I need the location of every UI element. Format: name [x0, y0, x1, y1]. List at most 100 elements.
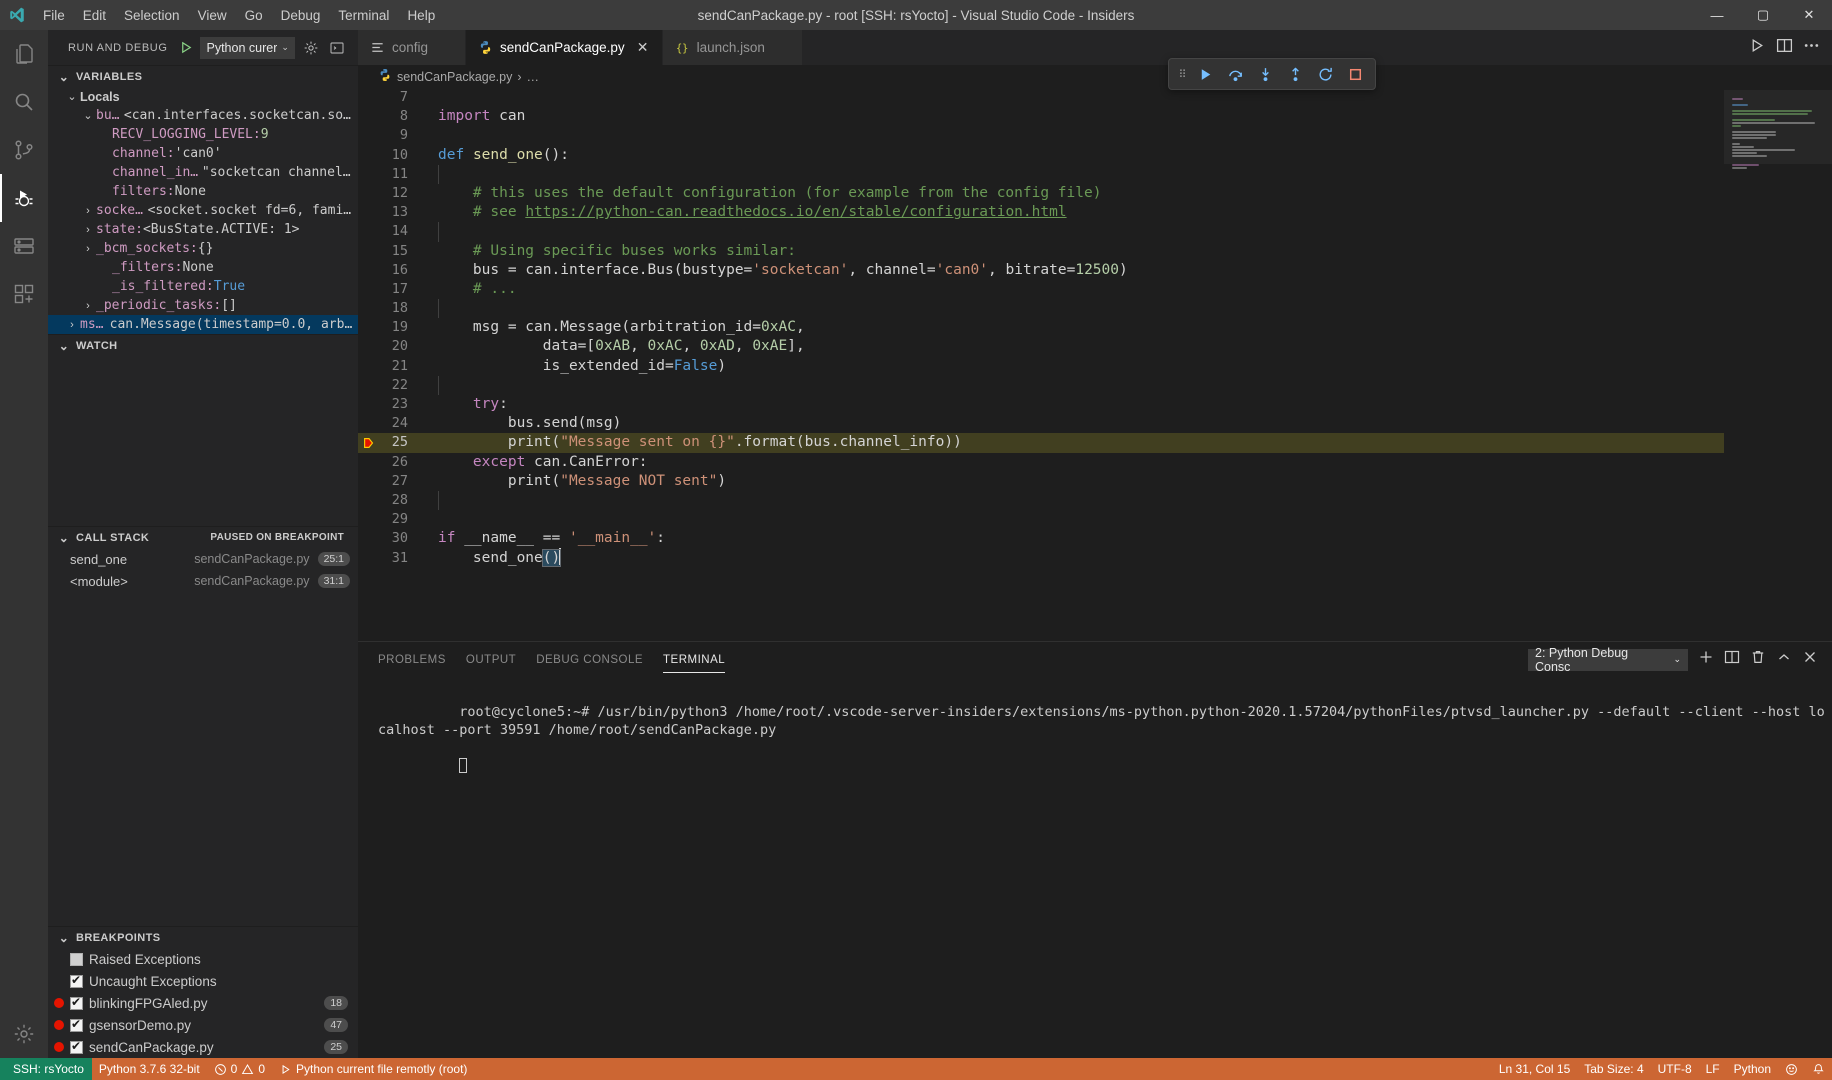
- notifications-status[interactable]: [1805, 1058, 1832, 1080]
- encoding-status[interactable]: UTF-8: [1651, 1058, 1699, 1080]
- minimap-slider[interactable]: [1724, 90, 1832, 164]
- run-and-debug-icon[interactable]: [0, 174, 48, 222]
- breakpoint-checkbox[interactable]: [70, 1039, 83, 1054]
- code-line[interactable]: 9: [358, 126, 1724, 145]
- code-line[interactable]: 24 bus.send(msg): [358, 414, 1724, 433]
- watch-list[interactable]: [48, 356, 358, 526]
- breakpoint-row[interactable]: blinkingFPGAled.py 18: [48, 992, 358, 1014]
- more-actions-button[interactable]: [1803, 37, 1820, 59]
- cursor-position-status[interactable]: Ln 31, Col 15: [1492, 1058, 1577, 1080]
- feedback-status[interactable]: [1778, 1058, 1805, 1080]
- editor-tab-config[interactable]: config✕: [358, 30, 467, 65]
- window-controls[interactable]: — ▢ ✕: [1694, 0, 1832, 30]
- code-line[interactable]: 22: [358, 375, 1724, 395]
- editor-tab-sendcanpackage-py[interactable]: sendCanPackage.py ✕: [466, 30, 663, 65]
- code-editor[interactable]: 7 8 import can 9 10 def send_one(): 11 12 # thi…: [358, 88, 1724, 641]
- chevron-right-icon[interactable]: ›: [64, 319, 80, 331]
- search-icon[interactable]: [0, 78, 48, 126]
- close-panel-button[interactable]: [1802, 649, 1818, 670]
- menu-go[interactable]: Go: [236, 4, 272, 27]
- kill-terminal-button[interactable]: [1750, 649, 1766, 670]
- code-line[interactable]: 17 # ...: [358, 280, 1724, 299]
- execution-pointer-icon[interactable]: [358, 436, 380, 450]
- gear-icon[interactable]: [301, 38, 321, 58]
- variable-row[interactable]: › socket: <socket.socket fd=6, family…: [48, 201, 358, 220]
- explorer-icon[interactable]: [0, 30, 48, 78]
- chevron-down-icon[interactable]: ⌄: [80, 109, 96, 122]
- variable-row[interactable]: › state: <BusState.ACTIVE: 1>: [48, 220, 358, 239]
- problems-status[interactable]: 0 0: [207, 1058, 272, 1080]
- python-interpreter-status[interactable]: Python 3.7.6 32-bit: [92, 1058, 207, 1080]
- code-line[interactable]: 20 data=[0xAB, 0xAC, 0xAD, 0xAE],: [358, 337, 1724, 356]
- editor-tabs[interactable]: config✕sendCanPackage.py ✕ {} launch.json ✕: [358, 30, 803, 65]
- open-debug-console-icon[interactable]: [327, 38, 347, 58]
- breakpoint-row[interactable]: gsensorDemo.py 47: [48, 1014, 358, 1036]
- restart-button[interactable]: [1311, 60, 1339, 88]
- variable-row[interactable]: › _periodic_tasks: []: [48, 296, 358, 315]
- code-line[interactable]: 11: [358, 164, 1724, 184]
- call-stack-frame[interactable]: send_one sendCanPackage.py 25:1: [48, 548, 358, 570]
- variable-row[interactable]: › msg: can.Message(timestamp=0.0, arbit…: [48, 315, 358, 334]
- breakpoint-checkbox[interactable]: [70, 1017, 83, 1032]
- extensions-icon[interactable]: [0, 270, 48, 318]
- source-control-icon[interactable]: [0, 126, 48, 174]
- code-line[interactable]: 25 print("Message sent on {}".format(bus…: [358, 433, 1724, 453]
- panel-actions[interactable]: 2: Python Debug Consc ⌄: [1528, 646, 1832, 674]
- tab-close-icon[interactable]: ✕: [636, 39, 650, 56]
- code-line[interactable]: 29: [358, 510, 1724, 529]
- step-into-button[interactable]: [1251, 60, 1279, 88]
- debug-toolbar[interactable]: ⠿: [1168, 58, 1376, 90]
- stop-button[interactable]: [1341, 60, 1369, 88]
- code-line[interactable]: 18: [358, 299, 1724, 319]
- maximize-button[interactable]: ▢: [1740, 0, 1786, 30]
- code-line[interactable]: 13 # see https://python-can.readthedocs.…: [358, 203, 1724, 222]
- code-line[interactable]: 30 if __name__ == '__main__':: [358, 529, 1724, 548]
- manage-gear-icon[interactable]: [0, 1010, 48, 1058]
- code-line[interactable]: 19 msg = can.Message(arbitration_id=0xAC…: [358, 318, 1724, 337]
- code-line[interactable]: 28: [358, 490, 1724, 511]
- variables-section-header[interactable]: ⌄ VARIABLES: [48, 65, 358, 87]
- panel-tab-problems[interactable]: PROBLEMS: [378, 642, 446, 677]
- breadcrumb-file[interactable]: sendCanPackage.py: [397, 70, 512, 84]
- menu-terminal[interactable]: Terminal: [329, 4, 398, 27]
- chevron-right-icon[interactable]: ›: [80, 205, 96, 217]
- minimap[interactable]: [1724, 88, 1832, 641]
- step-over-button[interactable]: [1221, 60, 1249, 88]
- breakpoint-row[interactable]: Uncaught Exceptions: [48, 970, 358, 992]
- debug-configuration-select[interactable]: Python curer ⌄: [200, 36, 295, 59]
- breakpoint-checkbox[interactable]: [70, 973, 83, 988]
- breakpoints-section-header[interactable]: ⌄ BREAKPOINTS: [48, 926, 358, 948]
- breadcrumb-rest[interactable]: …: [527, 70, 540, 84]
- code-line[interactable]: 21 is_extended_id=False): [358, 357, 1724, 376]
- code-line[interactable]: 8 import can: [358, 107, 1724, 126]
- variables-tree[interactable]: ⌄ Locals ⌄bus: <can.interfaces.socketcan…: [48, 87, 358, 334]
- split-editor-button[interactable]: [1776, 37, 1793, 59]
- minimize-button[interactable]: —: [1694, 0, 1740, 30]
- start-debugging-play-icon[interactable]: [179, 40, 194, 55]
- code-line[interactable]: 7: [358, 88, 1724, 107]
- variables-scope-row[interactable]: ⌄ Locals: [48, 87, 358, 106]
- run-python-file-button[interactable]: [1749, 37, 1766, 59]
- terminal-select[interactable]: 2: Python Debug Consc ⌄: [1528, 646, 1688, 674]
- step-out-button[interactable]: [1281, 60, 1309, 88]
- terminal-output[interactable]: root@cyclone5:~# /usr/bin/python3 /home/…: [358, 677, 1832, 1058]
- variable-row[interactable]: _is_filtered: True: [48, 277, 358, 296]
- code-line[interactable]: 23 try:: [358, 395, 1724, 414]
- eol-status[interactable]: LF: [1699, 1058, 1727, 1080]
- code-line[interactable]: 10 def send_one():: [358, 146, 1724, 165]
- code-line[interactable]: 31 send_one(): [358, 548, 1724, 568]
- run-config-status[interactable]: Python current file remotly (root): [272, 1058, 474, 1080]
- call-stack-frame[interactable]: <module> sendCanPackage.py 31:1: [48, 570, 358, 592]
- breakpoint-row[interactable]: sendCanPackage.py 25: [48, 1036, 358, 1058]
- menu-selection[interactable]: Selection: [115, 4, 189, 27]
- code-line[interactable]: 15 # Using specific buses works similar:: [358, 242, 1724, 261]
- menu-view[interactable]: View: [189, 4, 236, 27]
- code-line[interactable]: 12 # this uses the default configuration…: [358, 184, 1724, 203]
- variable-row[interactable]: channel: 'can0': [48, 144, 358, 163]
- breakpoint-row[interactable]: Raised Exceptions: [48, 948, 358, 970]
- breadcrumb[interactable]: sendCanPackage.py › …: [358, 65, 1832, 88]
- variable-row[interactable]: ⌄bus: <can.interfaces.socketcan.socket…: [48, 106, 358, 125]
- variable-row[interactable]: › _bcm_sockets: {}: [48, 239, 358, 258]
- breakpoint-checkbox[interactable]: [70, 995, 83, 1010]
- language-mode-status[interactable]: Python: [1727, 1058, 1778, 1080]
